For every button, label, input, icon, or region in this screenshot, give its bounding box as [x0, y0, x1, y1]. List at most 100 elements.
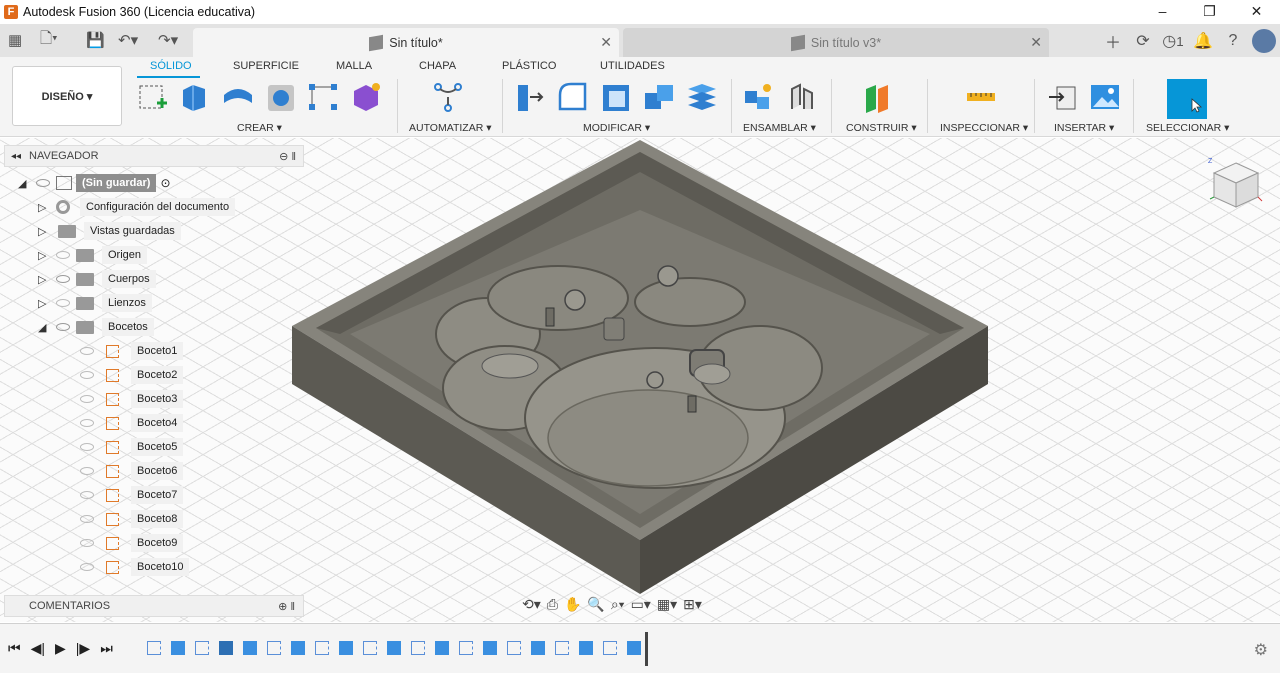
hidden-eye-icon[interactable]: [80, 491, 94, 499]
tree-item-sketch[interactable]: Boceto7: [74, 484, 184, 506]
activate-radio-icon[interactable]: ⊙: [160, 176, 170, 190]
avatar[interactable]: [1252, 29, 1276, 53]
tree-item-sketch[interactable]: Boceto5: [74, 436, 184, 458]
group-inspeccionar[interactable]: INSPECCIONAR ▾: [940, 122, 1028, 134]
tab-sin-titulo-v3[interactable]: Sin título v3* ✕: [623, 28, 1049, 57]
timeline-sketch[interactable]: [147, 641, 161, 655]
pattern-icon[interactable]: [307, 81, 339, 113]
box-icon[interactable]: [179, 81, 211, 113]
gear-icon[interactable]: ⚙: [1254, 640, 1268, 660]
visibility-icon[interactable]: [56, 323, 70, 331]
tree-item-sketch[interactable]: Boceto2: [74, 364, 184, 386]
go-to-end-icon[interactable]: ⏭: [100, 640, 113, 657]
expand-icon[interactable]: ◢: [18, 177, 30, 190]
create-sketch-icon[interactable]: [137, 81, 169, 113]
press-pull-icon[interactable]: [514, 81, 546, 113]
workspace-button[interactable]: DISEÑO ▾: [12, 66, 122, 126]
group-automatizar[interactable]: AUTOMATIZAR ▾: [409, 122, 491, 134]
tab-superficie[interactable]: SUPERFICIE: [233, 60, 299, 72]
look-at-icon[interactable]: ⎙: [547, 596, 558, 613]
visibility-icon[interactable]: [56, 275, 70, 283]
tree-item-sketch[interactable]: Boceto1: [74, 340, 184, 362]
extrude-icon[interactable]: [222, 81, 254, 113]
close-tab-icon[interactable]: ✕: [600, 34, 612, 51]
tab-sin-titulo[interactable]: Sin título* ✕: [193, 28, 619, 57]
tree-item-sketch[interactable]: Boceto9: [74, 532, 184, 554]
zoom-icon[interactable]: 🔍: [587, 596, 604, 613]
go-to-start-icon[interactable]: ⏮: [8, 640, 21, 657]
group-seleccionar[interactable]: SELECCIONAR ▾: [1146, 122, 1229, 134]
add-comment-icon[interactable]: ⊕ ‖: [278, 600, 295, 613]
tab-chapa[interactable]: CHAPA: [419, 60, 456, 72]
group-ensamblar[interactable]: ENSAMBLAR ▾: [743, 122, 816, 134]
close-tab-icon[interactable]: ✕: [1030, 34, 1042, 51]
maximize-button[interactable]: ❐: [1186, 0, 1233, 24]
tree-item-sketch[interactable]: Boceto8: [74, 508, 184, 530]
hidden-eye-icon[interactable]: [80, 467, 94, 475]
tree-item-sketch[interactable]: Boceto3: [74, 388, 184, 410]
timeline-sketch[interactable]: [363, 641, 377, 655]
collapse-panel-icon[interactable]: ◂◂: [11, 151, 21, 162]
expand-icon[interactable]: ◢: [38, 321, 50, 334]
group-modificar[interactable]: MODIFICAR ▾: [583, 122, 650, 134]
new-tab-icon[interactable]: ＋: [1098, 29, 1128, 53]
group-construir[interactable]: CONSTRUIR ▾: [846, 122, 917, 134]
help-icon[interactable]: ?: [1218, 32, 1248, 50]
navigator-header[interactable]: ◂◂ NAVEGADOR ⊖ ‖: [4, 145, 304, 167]
notifications-icon[interactable]: 🔔: [1188, 31, 1218, 51]
tree-item-sketch[interactable]: Boceto10: [74, 556, 190, 578]
timeline-extrude[interactable]: [627, 641, 641, 655]
viewcube[interactable]: Z: [1208, 157, 1264, 217]
tab-solido[interactable]: SÓLIDO: [150, 60, 192, 72]
timeline-canvas[interactable]: [219, 641, 233, 655]
timeline-marker[interactable]: [645, 632, 648, 666]
timeline-sketch[interactable]: [315, 641, 329, 655]
display-settings-icon[interactable]: ▭▾: [631, 596, 651, 613]
hidden-eye-icon[interactable]: [80, 347, 94, 355]
timeline-extrude[interactable]: [531, 641, 545, 655]
tab-plastico[interactable]: PLÁSTICO: [502, 60, 556, 72]
app-grid-icon[interactable]: ▦: [8, 29, 22, 51]
tree-root[interactable]: ◢ (Sin guardar) ⊙: [18, 172, 171, 194]
hidden-eye-icon[interactable]: [80, 371, 94, 379]
file-menu-icon[interactable]: 🗋▾: [40, 29, 58, 51]
joint-icon[interactable]: [786, 81, 818, 113]
timeline-extrude[interactable]: [435, 641, 449, 655]
tree-item-cuerpos[interactable]: ▷ Cuerpos: [38, 268, 156, 290]
tree-item-lienzos[interactable]: ▷ Lienzos: [38, 292, 152, 314]
sync-icon[interactable]: ⟳: [1128, 31, 1158, 51]
tree-item-vistas[interactable]: ▷ Vistas guardadas: [38, 220, 181, 242]
hidden-eye-icon[interactable]: [80, 563, 94, 571]
scale-icon[interactable]: [686, 81, 718, 113]
tab-utilidades[interactable]: UTILIDADES: [600, 60, 665, 72]
timeline-extrude[interactable]: [171, 641, 185, 655]
offset-plane-icon[interactable]: [862, 81, 894, 113]
expand-icon[interactable]: ▷: [38, 225, 50, 238]
tree-item-sketch[interactable]: Boceto4: [74, 412, 184, 434]
canvas-image-icon[interactable]: [1089, 81, 1121, 113]
timeline-extrude[interactable]: [387, 641, 401, 655]
hidden-eye-icon[interactable]: [80, 419, 94, 427]
step-back-icon[interactable]: ◀|: [31, 640, 45, 657]
expand-icon[interactable]: ▷: [38, 249, 50, 262]
expand-icon[interactable]: ▷: [38, 297, 50, 310]
comments-panel[interactable]: COMENTARIOS ⊕ ‖: [4, 595, 304, 617]
timeline-extrude[interactable]: [579, 641, 593, 655]
timeline-sketch[interactable]: [267, 641, 281, 655]
tree-item-sketch[interactable]: Boceto6: [74, 460, 184, 482]
timeline-extrude[interactable]: [339, 641, 353, 655]
expand-icon[interactable]: ▷: [38, 201, 50, 214]
timeline-extrude[interactable]: [483, 641, 497, 655]
undo-icon[interactable]: ↶▾: [118, 29, 138, 51]
timeline-sketch[interactable]: [555, 641, 569, 655]
shell-icon[interactable]: [600, 81, 632, 113]
select-tool-icon[interactable]: [1167, 79, 1207, 119]
hidden-eye-icon[interactable]: [56, 251, 70, 259]
step-forward-icon[interactable]: |▶: [76, 640, 90, 657]
redo-icon[interactable]: ↷▾: [158, 29, 178, 51]
combine-icon[interactable]: [643, 81, 675, 113]
tree-item-origen[interactable]: ▷ Origen: [38, 244, 148, 266]
close-window-button[interactable]: ✕: [1233, 0, 1280, 24]
viewports-icon[interactable]: ⊞▾: [683, 596, 702, 613]
minimize-button[interactable]: –: [1139, 0, 1186, 24]
